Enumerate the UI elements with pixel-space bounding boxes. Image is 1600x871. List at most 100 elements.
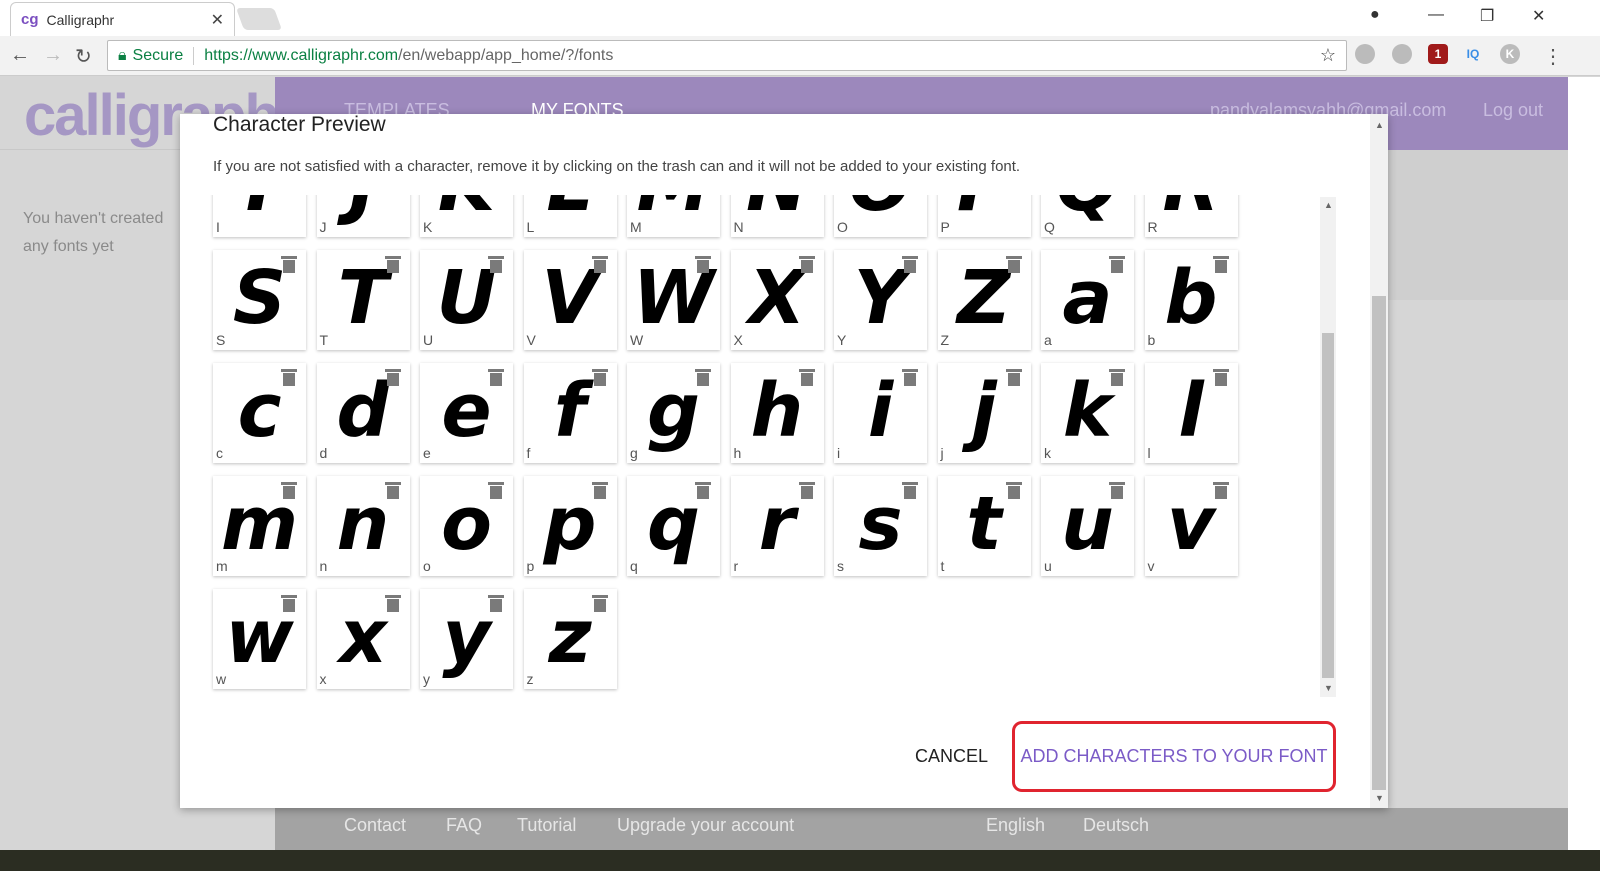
character-label: e <box>423 445 431 461</box>
trash-icon[interactable] <box>902 482 918 499</box>
profile-icon[interactable]: ● <box>1370 6 1380 24</box>
trash-icon[interactable] <box>281 256 297 273</box>
character-tile: zz <box>523 589 617 689</box>
add-characters-button[interactable]: ADD CHARACTERS TO YOUR FONT <box>1012 721 1336 792</box>
ublock-badge: 1 <box>1434 47 1442 61</box>
character-tile: dd <box>316 363 410 463</box>
background-panel <box>1388 150 1568 300</box>
extension-pin-icon[interactable] <box>1355 44 1375 64</box>
trash-icon[interactable] <box>695 482 711 499</box>
trash-icon[interactable] <box>695 369 711 386</box>
footer-contact[interactable]: Contact <box>344 815 406 836</box>
url-field[interactable]: 🔒︎ Secure https://www.calligraphr.com/en/w… <box>107 40 1347 71</box>
lang-english[interactable]: English <box>986 815 1045 836</box>
character-tile: ww <box>213 589 306 689</box>
url-path: /en/webapp/app_home/?/fonts <box>398 46 614 64</box>
trash-icon[interactable] <box>384 369 401 386</box>
character-grid-viewport[interactable]: IIJJKKLLMMNNOOPPQQRR SSTTUUVVWWXXYYZZaabb… <box>210 195 1320 695</box>
footer-tutorial[interactable]: Tutorial <box>517 815 576 836</box>
trash-icon[interactable] <box>384 482 401 499</box>
trash-icon[interactable] <box>488 256 504 273</box>
character-tile: RR <box>1144 195 1238 237</box>
dialog-title: Character Preview <box>213 113 386 136</box>
character-tile: ee <box>420 363 513 463</box>
dialog-scroll-down-icon[interactable]: ▼ <box>1375 793 1384 803</box>
character-tile: JJ <box>316 195 410 237</box>
close-window-icon[interactable]: ✕ <box>1532 6 1545 26</box>
trash-icon[interactable] <box>798 256 815 273</box>
k-extension-icon[interactable]: K <box>1500 44 1520 64</box>
grid-scrollbar-thumb[interactable] <box>1322 333 1334 678</box>
character-tile: qq <box>627 476 720 576</box>
trash-icon[interactable] <box>488 369 504 386</box>
character-tile: oo <box>420 476 513 576</box>
character-glyph: R <box>1145 195 1238 233</box>
menu-icon[interactable]: ⋮ <box>1543 44 1563 69</box>
trash-icon[interactable] <box>281 482 297 499</box>
restore-icon[interactable]: ❐ <box>1480 6 1494 26</box>
bookmark-star-icon[interactable]: ☆ <box>1320 45 1336 66</box>
character-tile: VV <box>523 250 617 350</box>
character-label: L <box>526 219 535 235</box>
character-label: m <box>216 558 228 574</box>
dialog-scrollbar-thumb[interactable] <box>1372 296 1386 790</box>
character-label: i <box>837 445 841 461</box>
back-icon[interactable]: ← <box>10 44 30 67</box>
character-glyph: N <box>731 195 824 233</box>
trash-icon[interactable] <box>1005 256 1022 273</box>
trash-icon[interactable] <box>1005 369 1022 386</box>
trash-icon[interactable] <box>591 595 608 612</box>
lang-deutsch[interactable]: Deutsch <box>1083 815 1149 836</box>
minimize-icon[interactable]: — <box>1428 6 1444 24</box>
footer-faq[interactable]: FAQ <box>446 815 482 836</box>
grid-scroll-down-icon[interactable]: ▼ <box>1324 683 1333 693</box>
reload-icon[interactable]: ↻ <box>75 44 92 69</box>
trash-icon[interactable] <box>384 256 401 273</box>
trash-icon[interactable] <box>591 369 608 386</box>
ublock-icon[interactable]: 1 <box>1428 44 1448 64</box>
trash-icon[interactable] <box>798 482 815 499</box>
trash-icon[interactable] <box>1109 482 1125 499</box>
trash-icon[interactable] <box>902 369 918 386</box>
character-tile: yy <box>420 589 513 689</box>
character-tile: NN <box>730 195 824 237</box>
character-tile: uu <box>1041 476 1134 576</box>
trash-icon[interactable] <box>281 595 297 612</box>
trash-icon[interactable] <box>1109 369 1125 386</box>
close-tab-icon[interactable]: ✕ <box>211 10 224 30</box>
character-label: o <box>423 558 431 574</box>
iq-extension-icon[interactable]: IQ <box>1463 44 1483 64</box>
trash-icon[interactable] <box>591 482 608 499</box>
trash-icon[interactable] <box>902 256 918 273</box>
character-label: k <box>1044 445 1051 461</box>
trash-icon[interactable] <box>1005 482 1022 499</box>
trash-icon[interactable] <box>488 482 504 499</box>
footer-upgrade[interactable]: Upgrade your account <box>617 815 794 836</box>
character-label: r <box>733 558 739 574</box>
trash-icon[interactable] <box>1212 369 1229 386</box>
character-label: x <box>319 671 327 687</box>
trash-icon[interactable] <box>591 256 608 273</box>
new-tab-button[interactable] <box>235 8 283 30</box>
browser-tab[interactable]: cg Calligraphr ✕ <box>10 2 235 36</box>
trash-icon[interactable] <box>1109 256 1125 273</box>
trash-icon[interactable] <box>798 369 815 386</box>
character-label: n <box>319 558 328 574</box>
character-label: R <box>1147 219 1158 235</box>
cancel-button[interactable]: CANCEL <box>915 746 988 767</box>
grid-scroll-up-icon[interactable]: ▲ <box>1324 200 1333 210</box>
extension-globe-icon[interactable] <box>1392 44 1412 64</box>
forward-icon[interactable]: → <box>43 44 63 67</box>
dialog-scroll-up-icon[interactable]: ▲ <box>1375 120 1384 130</box>
character-tile: II <box>213 195 306 237</box>
trash-icon[interactable] <box>1212 482 1229 499</box>
character-tile: ll <box>1144 363 1238 463</box>
trash-icon[interactable] <box>488 595 504 612</box>
trash-icon[interactable] <box>281 369 297 386</box>
character-tile: ZZ <box>937 250 1031 350</box>
trash-icon[interactable] <box>1212 256 1229 273</box>
logout-link[interactable]: Log out <box>1483 100 1543 121</box>
trash-icon[interactable] <box>695 256 711 273</box>
trash-icon[interactable] <box>384 595 401 612</box>
secure-label: Secure <box>133 46 195 65</box>
